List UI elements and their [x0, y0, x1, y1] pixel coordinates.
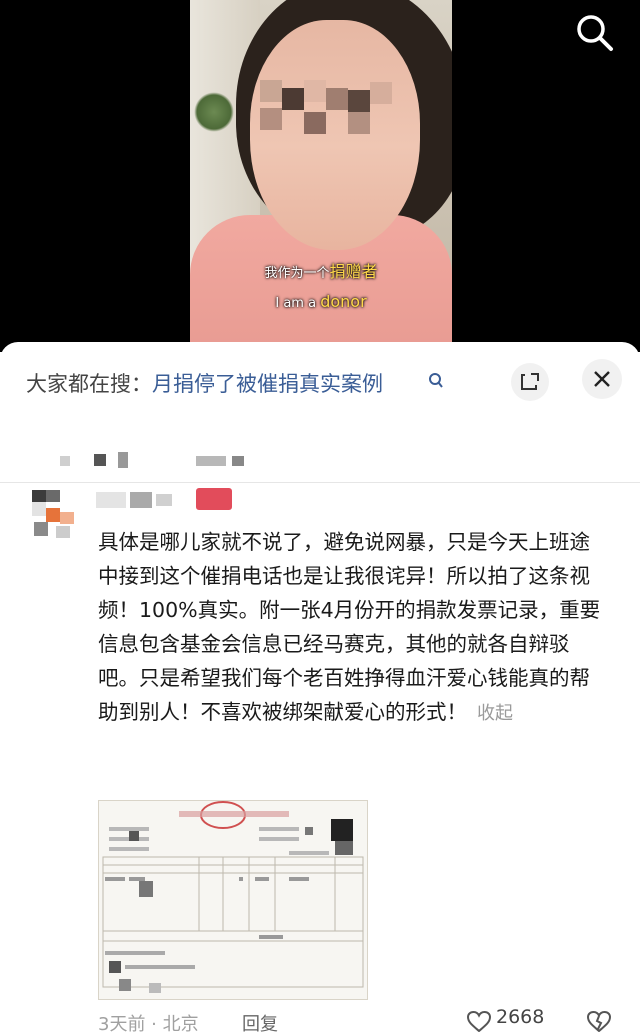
- reply-button[interactable]: 回复: [242, 1010, 278, 1032]
- like-count: 2668: [496, 1006, 545, 1028]
- divider: [0, 482, 640, 483]
- search-suggestion-query[interactable]: 月捐停了被催捐真实案例: [152, 372, 383, 396]
- close-icon: [594, 371, 610, 387]
- dislike-icon[interactable]: [586, 1010, 612, 1032]
- avatar[interactable]: [32, 488, 88, 540]
- expand-icon: [521, 373, 539, 390]
- video-frame: 我作为一个捐赠者 I am a donor: [190, 0, 452, 352]
- username[interactable]: [96, 488, 236, 512]
- collapse-button[interactable]: 收起: [477, 703, 513, 724]
- search-suggestion-bar: 大家都在搜：月捐停了被催捐真实案例: [0, 342, 640, 418]
- search-suggestion[interactable]: 大家都在搜：月捐停了被催捐真实案例: [26, 368, 383, 398]
- search-suggestion-label: 大家都在搜：: [26, 372, 152, 396]
- search-small-icon[interactable]: [428, 372, 444, 390]
- comment-text: 具体是哪儿家就不说了，避免说网暴，只是今天上班途中接到这个催捐电话也是让我很诧异…: [98, 525, 610, 731]
- caption-chinese: 我作为一个捐赠者: [264, 262, 378, 281]
- video-player[interactable]: 我作为一个捐赠者 I am a donor: [0, 0, 640, 352]
- close-button[interactable]: [582, 359, 622, 399]
- comment-body: 具体是哪儿家就不说了，避免说网暴，只是今天上班途中接到这个催捐电话也是让我很诧异…: [98, 530, 601, 724]
- search-icon[interactable]: [572, 10, 616, 54]
- expand-button[interactable]: [511, 363, 549, 401]
- caption-english: I am a donor: [275, 292, 367, 311]
- invoice-image[interactable]: [98, 800, 368, 1000]
- comment-sheet: 大家都在搜：月捐停了被催捐真实案例 具体是哪儿家就不说了，避免说网暴，只是今天上…: [0, 342, 640, 1032]
- comment-time-location: 3天前 · 北京: [98, 1014, 199, 1032]
- heart-icon[interactable]: [466, 1010, 492, 1032]
- redacted-text: [60, 452, 244, 468]
